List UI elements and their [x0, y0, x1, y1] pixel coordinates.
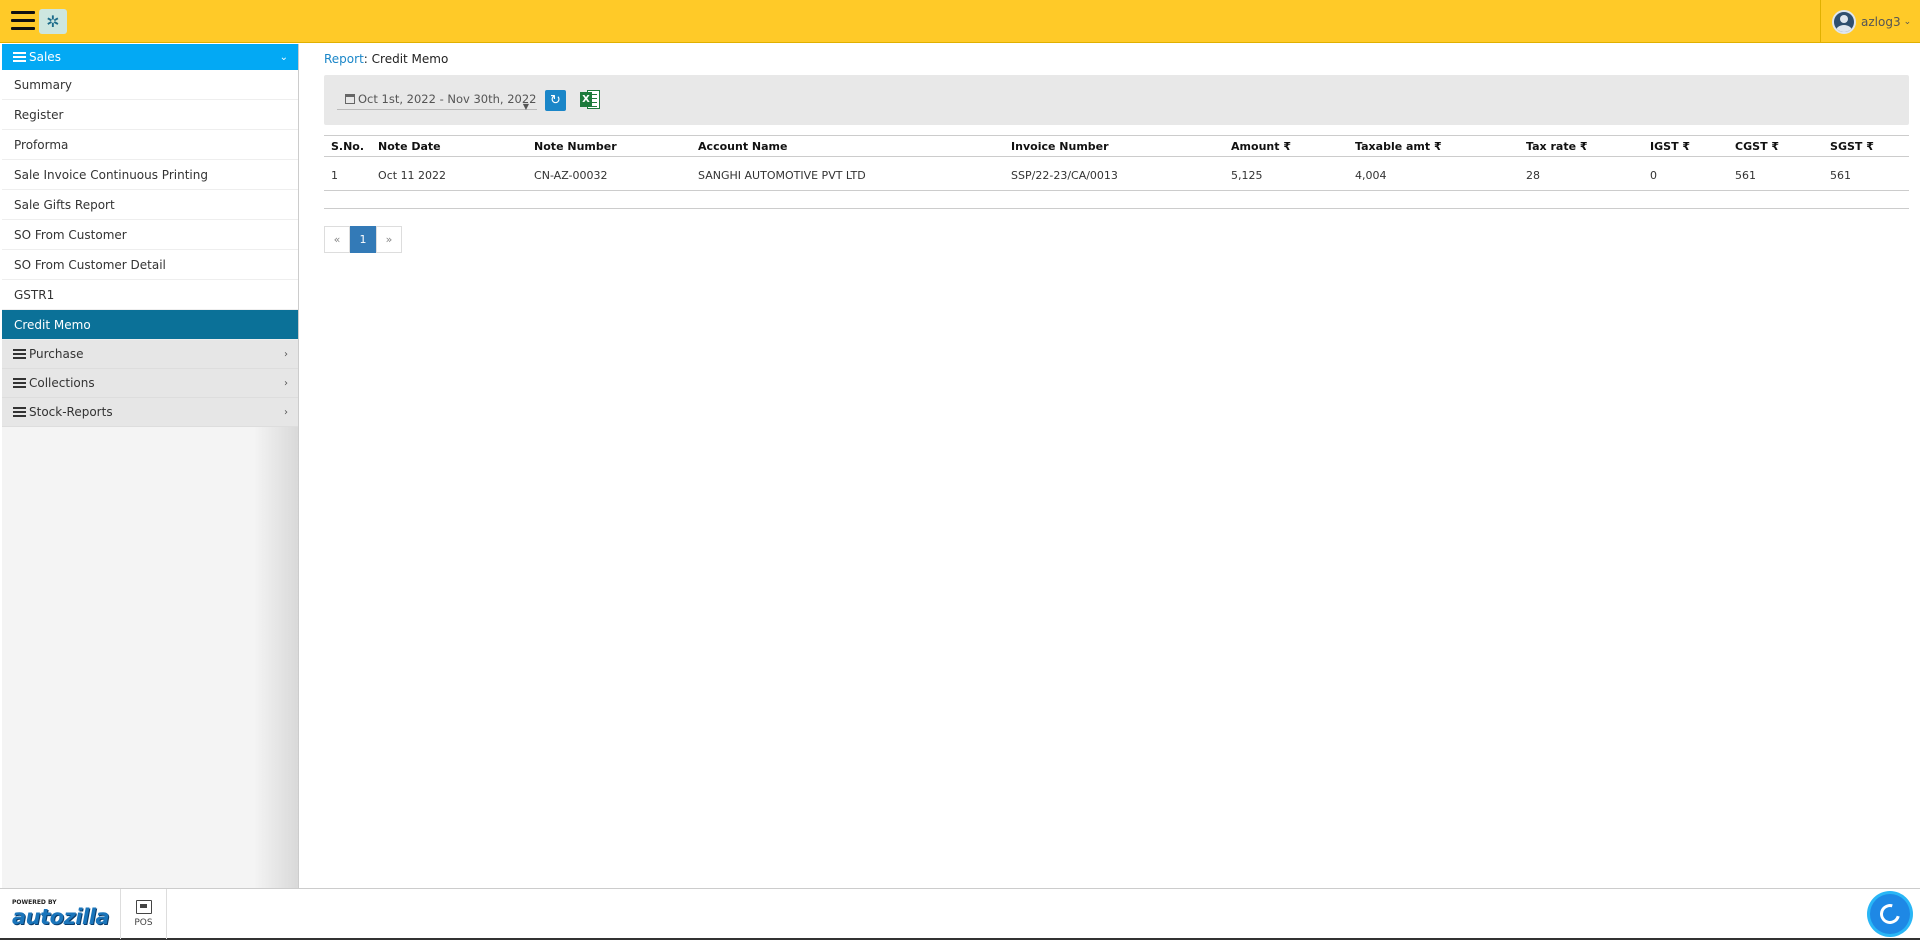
sidebar-item-label: Proforma	[14, 137, 69, 152]
sidebar-item-label: Sale Invoice Continuous Printing	[14, 167, 208, 182]
column-header[interactable]: Account Name	[691, 135, 1005, 157]
column-header[interactable]: IGST ₹	[1643, 135, 1729, 157]
pagination-page-button[interactable]: 1	[350, 226, 376, 253]
column-header[interactable]: Amount ₹	[1224, 135, 1349, 157]
column-header[interactable]: Invoice Number	[1004, 135, 1225, 157]
chevron-right-icon: ›	[284, 348, 288, 360]
sidebar-section-sales[interactable]: Sales ⌄	[2, 44, 298, 70]
column-header[interactable]: Note Date	[371, 135, 528, 157]
cell-amount: 5,125	[1224, 156, 1349, 191]
menu-lines-icon	[13, 378, 26, 388]
column-header[interactable]: Note Number	[527, 135, 692, 157]
chevron-right-icon: ›	[284, 406, 288, 418]
sidebar-item-credit-memo[interactable]: Credit Memo	[2, 310, 298, 340]
table-row[interactable]: 1 Oct 11 2022 CN-AZ-00032 SANGHI AUTOMOT…	[324, 156, 1909, 191]
menu-lines-icon	[13, 52, 26, 62]
sidebar-section-collections[interactable]: Collections ›	[2, 369, 298, 398]
menu-lines-icon	[13, 349, 26, 359]
chat-support-button[interactable]	[1870, 894, 1910, 934]
sidebar-item-proforma[interactable]: Proforma	[2, 130, 298, 160]
breadcrumb-current: Credit Memo	[371, 52, 449, 66]
export-excel-button[interactable]: X	[580, 90, 600, 110]
sidebar-section-label: Purchase	[29, 347, 84, 361]
pagination-prev-button[interactable]: «	[324, 226, 350, 253]
pagination-next-button[interactable]: »	[376, 226, 402, 253]
sidebar: Sales ⌄ Summary Register Proforma Sale I…	[2, 44, 299, 888]
cell-sgst: 561	[1823, 156, 1909, 191]
breadcrumb-separator: :	[363, 52, 372, 66]
sidebar-section-label: Sales	[29, 50, 61, 64]
caret-down-icon: ▼	[522, 102, 529, 111]
cell-igst: 0	[1643, 156, 1729, 191]
column-header[interactable]: CGST ₹	[1728, 135, 1824, 157]
column-header[interactable]: Tax rate ₹	[1519, 135, 1644, 157]
table-footer-cell	[324, 190, 1909, 209]
sidebar-item-label: Summary	[14, 77, 72, 92]
powered-by-logo: POWERED BY autozilla	[12, 899, 110, 929]
pos-label: POS	[134, 918, 153, 928]
user-avatar-icon	[1832, 9, 1856, 34]
hamburger-menu-icon[interactable]	[11, 11, 35, 31]
footer-bar: POWERED BY autozilla POS	[0, 888, 1920, 940]
sidebar-section-stock-reports[interactable]: Stock-Reports ›	[2, 398, 298, 427]
excel-icon: X	[580, 92, 592, 107]
user-menu[interactable]: azlog3 ⌄	[1820, 0, 1920, 43]
cell-cgst: 561	[1728, 156, 1824, 191]
refresh-button[interactable]: ↻	[545, 90, 566, 111]
cell-invoice-number: SSP/22-23/CA/0013	[1004, 156, 1225, 191]
cell-note-number: CN-AZ-00032	[527, 156, 692, 191]
breadcrumb-report-link[interactable]: Report	[324, 52, 364, 66]
sidebar-item-label: Sale Gifts Report	[14, 197, 115, 212]
column-header[interactable]: S.No.	[324, 135, 372, 157]
sidebar-section-label: Collections	[29, 376, 95, 390]
column-header[interactable]: Taxable amt ₹	[1348, 135, 1520, 157]
calendar-icon	[345, 93, 355, 104]
sidebar-item-label: GSTR1	[14, 287, 55, 302]
date-range-value: Oct 1st, 2022 - Nov 30th, 2022	[358, 91, 537, 106]
cell-sno: 1	[324, 156, 372, 191]
chevron-down-icon: ⌄	[279, 51, 288, 63]
cell-account-name: SANGHI AUTOMOTIVE PVT LTD	[691, 156, 1005, 191]
pos-button[interactable]: POS	[120, 889, 167, 939]
breadcrumb: Report: Credit Memo	[324, 52, 448, 66]
sidebar-item-summary[interactable]: Summary	[2, 70, 298, 100]
sidebar-item-label: SO From Customer Detail	[14, 257, 166, 272]
username: azlog3	[1861, 14, 1901, 29]
table-header-row: S.No. Note Date Note Number Account Name…	[324, 135, 1909, 157]
credit-memo-table: S.No. Note Date Note Number Account Name…	[324, 135, 1909, 209]
chevron-right-icon: ›	[284, 377, 288, 389]
sidebar-item-register[interactable]: Register	[2, 100, 298, 130]
sidebar-item-sale-gifts-report[interactable]: Sale Gifts Report	[2, 190, 298, 220]
top-bar: ✲ azlog3 ⌄	[0, 0, 1920, 43]
sidebar-item-so-from-customer[interactable]: SO From Customer	[2, 220, 298, 250]
chat-icon	[1876, 900, 1904, 928]
pagination: « 1 »	[324, 226, 402, 253]
refresh-icon: ↻	[550, 93, 561, 108]
column-header[interactable]: SGST ₹	[1823, 135, 1909, 157]
sidebar-section-purchase[interactable]: Purchase ›	[2, 340, 298, 369]
filter-bar: Oct 1st, 2022 - Nov 30th, 2022 ▼ ↻ X	[324, 75, 1909, 125]
cell-note-date: Oct 11 2022	[371, 156, 528, 191]
brand-logo: autozilla	[12, 905, 110, 929]
date-range-picker[interactable]: Oct 1st, 2022 - Nov 30th, 2022 ▼	[337, 88, 537, 111]
table-footer-row	[324, 190, 1909, 209]
sidebar-item-label: Register	[14, 107, 64, 122]
sidebar-section-label: Stock-Reports	[29, 405, 113, 419]
pos-terminal-icon	[135, 900, 152, 914]
menu-lines-icon	[13, 407, 26, 417]
sidebar-item-label: SO From Customer	[14, 227, 127, 242]
main-content: Report: Credit Memo Oct 1st, 2022 - Nov …	[300, 44, 1920, 888]
cell-tax-rate: 28	[1519, 156, 1644, 191]
sidebar-item-label: Credit Memo	[14, 317, 91, 332]
sidebar-item-so-from-customer-detail[interactable]: SO From Customer Detail	[2, 250, 298, 280]
sidebar-item-sale-invoice-continuous-printing[interactable]: Sale Invoice Continuous Printing	[2, 160, 298, 190]
company-logo-icon[interactable]: ✲	[39, 9, 67, 34]
sidebar-item-gstr1[interactable]: GSTR1	[2, 280, 298, 310]
chevron-down-icon: ⌄	[1903, 16, 1912, 27]
cell-taxable-amt: 4,004	[1348, 156, 1520, 191]
